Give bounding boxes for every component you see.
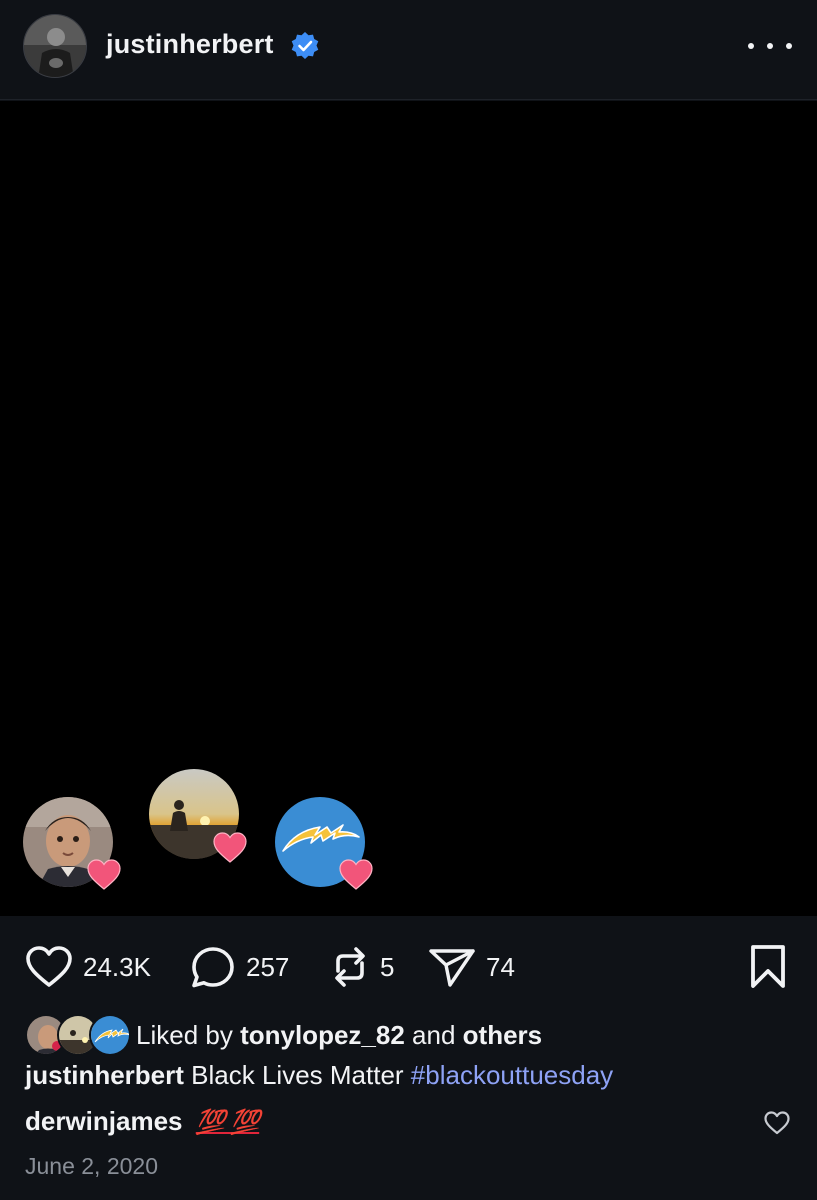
more-options-icon[interactable] (748, 32, 792, 60)
caption-text: Black Lives Matter (191, 1060, 404, 1090)
post-date: June 2, 2020 (25, 1153, 159, 1179)
share-button[interactable]: 74 (428, 945, 515, 989)
action-bar: 24.3K 257 5 74 (0, 935, 817, 999)
likes-count: 24.3K (83, 951, 151, 982)
verified-badge-icon (291, 32, 319, 59)
post-header: justinherbert (0, 0, 817, 100)
heart-reaction-icon (339, 859, 373, 890)
heart-reaction-icon (213, 832, 247, 863)
post-caption: justinherbert Black Lives Matter #blacko… (25, 1060, 613, 1091)
post-media[interactable] (0, 101, 817, 916)
liked-by-prefix: Liked by (136, 1019, 233, 1050)
shares-count: 74 (486, 951, 515, 982)
dot (786, 43, 792, 49)
like-button[interactable]: 24.3K (25, 945, 151, 989)
heart-icon (26, 946, 72, 987)
liker-mini-avatars (25, 1014, 131, 1056)
header-username[interactable]: justinherbert (106, 29, 274, 60)
repost-icon (335, 947, 365, 987)
mini-avatar-3 (89, 1014, 131, 1056)
liked-by-line[interactable]: Liked by tonylopez_82 and others (25, 1013, 542, 1057)
reposts-count: 5 (380, 951, 395, 982)
liked-by-connector: and (412, 1019, 456, 1050)
liked-by-others[interactable]: others (463, 1020, 542, 1050)
heart-reaction-icon (87, 859, 121, 890)
comment-username[interactable]: derwinjames (25, 1106, 183, 1136)
save-button[interactable] (748, 945, 788, 989)
liked-by-user[interactable]: tonylopez_82 (240, 1020, 405, 1050)
liked-by-text: Liked by tonylopez_82 and others (136, 1020, 542, 1051)
caption-username[interactable]: justinherbert (25, 1060, 184, 1090)
repost-button[interactable]: 5 (330, 945, 394, 989)
comment-row: derwinjames 💯 💯 (25, 1106, 260, 1137)
send-icon (429, 949, 475, 987)
comment-icon (192, 947, 234, 988)
caption-hashtag[interactable]: #blackouttuesday (411, 1060, 613, 1090)
comments-count: 257 (246, 951, 290, 982)
dot (767, 43, 773, 49)
dot (748, 43, 754, 49)
comment-emoji: 💯 💯 (195, 1109, 260, 1136)
comment-like-icon[interactable] (763, 1110, 791, 1136)
comment-button[interactable]: 257 (190, 945, 289, 989)
profile-avatar[interactable] (23, 14, 87, 78)
profile-photo (24, 15, 86, 77)
bookmark-icon (751, 945, 785, 988)
